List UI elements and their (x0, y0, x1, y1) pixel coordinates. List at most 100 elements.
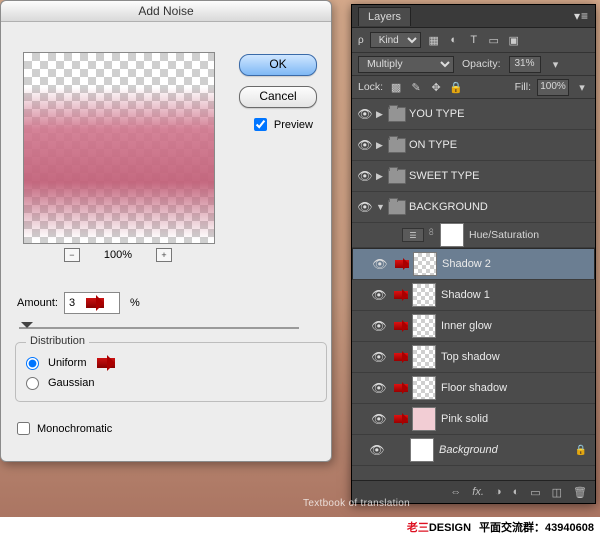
red-arrow-icon (394, 353, 408, 361)
adjustment-icon[interactable]: ◐ (513, 486, 520, 498)
folder-icon (388, 138, 406, 153)
preview-label: Preview (274, 119, 313, 131)
layer-row[interactable]: 👁 Shadow 1 (352, 280, 595, 311)
visibility-toggle[interactable]: 👁 (368, 288, 390, 302)
panel-menu-icon[interactable]: ▾≡ (574, 9, 589, 23)
group-row[interactable]: 👁 ▶ YOU TYPE (352, 99, 595, 130)
lock-transparency-icon[interactable]: ▩ (389, 80, 403, 94)
amount-slider[interactable] (19, 320, 299, 334)
background-layer-row[interactable]: 👁 Background 🔒 (352, 435, 595, 466)
layer-thumbnail (412, 345, 436, 369)
preview-checkbox[interactable] (254, 118, 267, 131)
adjustment-row[interactable]: ☰ 𝟾 Hue/Saturation (352, 223, 595, 248)
visibility-toggle[interactable]: 👁 (366, 443, 388, 457)
lock-label: Lock: (358, 81, 383, 93)
group-row[interactable]: 👁 ▼ BACKGROUND (352, 192, 595, 223)
layer-row[interactable]: 👁 Shadow 2 (352, 248, 595, 280)
visibility-toggle[interactable]: 👁 (368, 412, 390, 426)
visibility-toggle[interactable]: 👁 (354, 200, 376, 214)
hue-slider-icon: ☰ (402, 228, 424, 242)
gaussian-label: Gaussian (48, 377, 94, 389)
disclosure-icon[interactable]: ▼ (376, 202, 388, 212)
layer-thumbnail (410, 438, 434, 462)
noise-preview (23, 52, 215, 244)
new-layer-icon[interactable]: ◫ (552, 486, 562, 499)
qq-group-text: 平面交流群：43940608 (479, 519, 594, 535)
add-noise-dialog: Add Noise − 100% + OK Cancel Preview Amo… (0, 0, 332, 462)
layer-row[interactable]: 👁 Floor shadow (352, 373, 595, 404)
disclosure-icon[interactable]: ▶ (376, 140, 388, 151)
visibility-toggle[interactable]: 👁 (354, 138, 376, 152)
filter-type-icon[interactable]: T (467, 33, 481, 47)
uniform-radio[interactable] (26, 357, 39, 370)
dialog-title: Add Noise (1, 1, 331, 22)
layers-panel: Layers ▾≡ ρ Kind ▦ ◐ T ▭ ▣ Multiply Opac… (351, 4, 596, 504)
lock-all-icon[interactable]: 🔒 (449, 80, 463, 94)
red-arrow-icon (97, 358, 115, 368)
layer-thumbnail (412, 314, 436, 338)
red-arrow-icon (395, 260, 409, 268)
filter-adjust-icon[interactable]: ◐ (447, 33, 461, 47)
disclosure-icon[interactable]: ▶ (376, 109, 388, 120)
visibility-toggle[interactable]: 👁 (369, 257, 391, 271)
layer-row[interactable]: 👁 Pink solid (352, 404, 595, 435)
blend-mode-select[interactable]: Multiply (358, 56, 454, 73)
red-arrow-icon (394, 322, 408, 330)
layer-thumbnail (412, 283, 436, 307)
layer-row[interactable]: 👁 Inner glow (352, 311, 595, 342)
filter-shape-icon[interactable]: ▭ (487, 33, 501, 47)
amount-unit: % (130, 297, 140, 309)
ok-button[interactable]: OK (239, 54, 317, 76)
visibility-toggle[interactable]: 👁 (368, 319, 390, 333)
lock-move-icon[interactable]: ✥ (429, 80, 443, 94)
opacity-stepper-icon[interactable]: ▾ (549, 57, 563, 71)
layer-list: 👁 ▶ YOU TYPE 👁 ▶ ON TYPE 👁 ▶ SWEET TYPE … (352, 99, 595, 466)
fill-value[interactable]: 100% (537, 79, 569, 96)
group-row[interactable]: 👁 ▶ SWEET TYPE (352, 161, 595, 192)
visibility-toggle[interactable]: 👁 (354, 169, 376, 183)
layers-tab[interactable]: Layers (358, 7, 411, 26)
red-arrow-icon (394, 415, 408, 423)
folder-icon (388, 169, 406, 184)
visibility-toggle[interactable]: 👁 (368, 381, 390, 395)
translation-watermark: Textbook of translation (303, 498, 410, 509)
page-footer: 老三DESIGN 平面交流群：43940608 (0, 517, 600, 537)
folder-icon (388, 200, 406, 215)
zoom-percent: 100% (104, 249, 132, 261)
zoom-out-button[interactable]: − (64, 248, 80, 262)
visibility-toggle[interactable]: 👁 (368, 350, 390, 364)
visibility-toggle[interactable]: 👁 (354, 107, 376, 121)
group-icon[interactable]: ▭ (530, 486, 540, 499)
fill-stepper-icon[interactable]: ▾ (575, 80, 589, 94)
opacity-label: Opacity: (462, 58, 501, 70)
layer-thumbnail (413, 252, 437, 276)
lock-icon: 🔒 (575, 445, 587, 456)
fx-icon[interactable]: fx. (472, 486, 484, 498)
link-icon: 𝟾 (428, 227, 436, 243)
filter-pixel-icon[interactable]: ▦ (427, 33, 441, 47)
group-row[interactable]: 👁 ▶ ON TYPE (352, 130, 595, 161)
monochromatic-label: Monochromatic (37, 423, 112, 435)
trash-icon[interactable]: 🗑 (573, 486, 587, 499)
zoom-in-button[interactable]: + (156, 248, 172, 262)
red-arrow-icon (394, 384, 408, 392)
cancel-button[interactable]: Cancel (239, 86, 317, 108)
opacity-value[interactable]: 31% (509, 56, 541, 73)
mask-icon[interactable]: ◑ (495, 486, 502, 498)
filter-kind-select[interactable]: Kind (370, 32, 421, 48)
red-arrow-icon (394, 291, 408, 299)
red-arrow-icon (86, 298, 104, 308)
layer-row[interactable]: 👁 Top shadow (352, 342, 595, 373)
lock-paint-icon[interactable]: ✎ (409, 80, 423, 94)
filter-smart-icon[interactable]: ▣ (507, 33, 521, 47)
mask-thumbnail (440, 223, 464, 247)
fill-label: Fill: (515, 81, 531, 93)
folder-icon (388, 107, 406, 122)
gaussian-radio[interactable] (26, 377, 39, 390)
brand-logo: 老三DESIGN (407, 519, 471, 535)
link-layers-icon[interactable]: ⇔ (450, 486, 461, 498)
monochromatic-checkbox[interactable] (17, 422, 30, 435)
distribution-group: Distribution Uniform Gaussian (15, 342, 327, 402)
disclosure-icon[interactable]: ▶ (376, 171, 388, 182)
distribution-legend: Distribution (26, 335, 89, 347)
